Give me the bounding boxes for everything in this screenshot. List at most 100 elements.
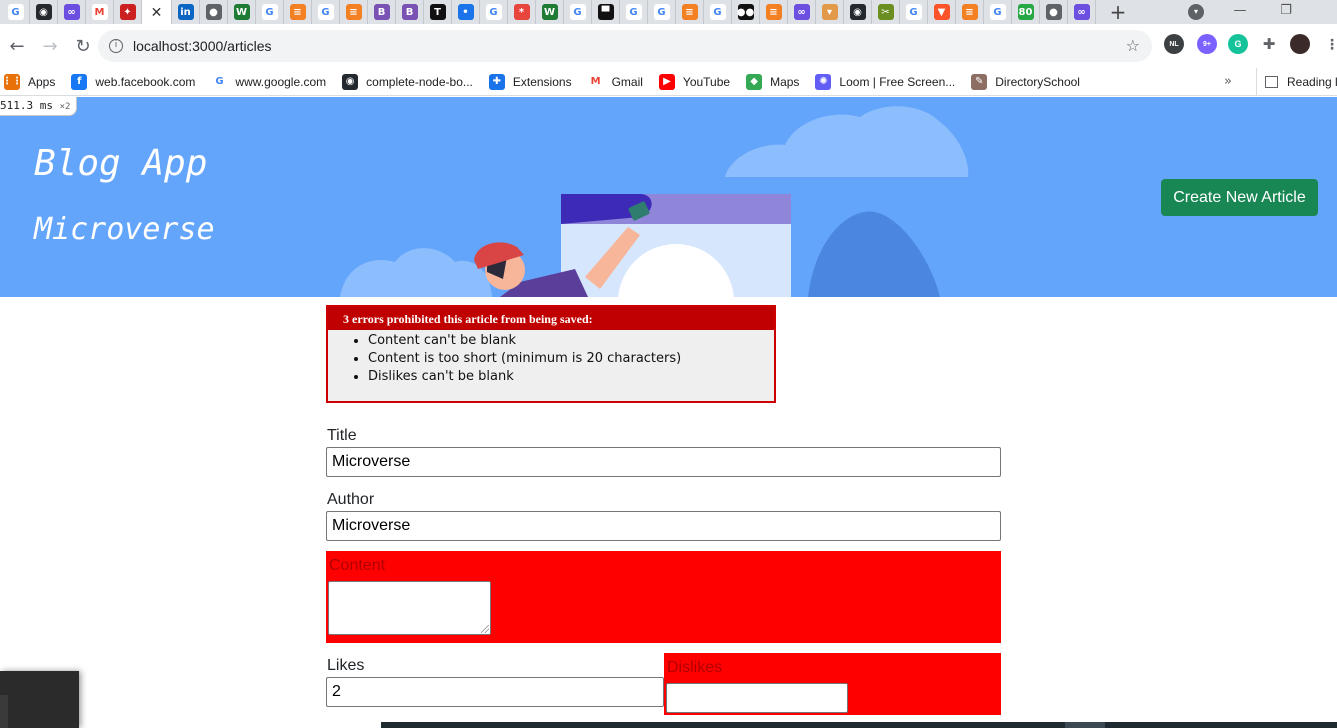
bookmarks-overflow-icon[interactable]: » [1224,74,1232,89]
bookmark-item[interactable]: ▶ YouTube [658,73,730,90]
title-input[interactable]: Microverse [326,447,1001,477]
browser-tab[interactable]: ∞ [1068,0,1096,24]
browser-tab[interactable]: G [900,0,928,24]
browser-tab[interactable]: in [172,0,200,24]
tab-strip: G ◉ ∞ M ✦ ✕ in ● W G ≡ G ≡ B B T • G * W G ▀ G G ≡ G ●● ≡ ∞ ▾ ◉ ✂ G ▼ ≡ G 80… [0,0,1337,24]
browser-tab[interactable]: G [984,0,1012,24]
maps-icon: ◆ [746,73,763,90]
bootstrap-icon: B [373,4,390,20]
browser-tab[interactable]: ▼ [928,0,956,24]
bookmark-item[interactable]: ✎ DirectorySchool [971,73,1080,90]
extensions-puzzle-icon[interactable]: ✚ [1259,34,1279,54]
browser-tab[interactable]: ◉ [30,0,58,24]
grid-extension-icon[interactable]: 9+ [1197,34,1217,54]
error-item: Content can't be blank [368,332,774,350]
browser-tab[interactable]: W [228,0,256,24]
browser-tab[interactable]: • [452,0,480,24]
browser-tab[interactable]: 80 [1012,0,1040,24]
error-item: Dislikes can't be blank [368,368,774,386]
browser-tab[interactable]: ▀ [592,0,620,24]
bookmark-item[interactable]: f web.facebook.com [71,73,195,90]
browser-tab[interactable]: G [620,0,648,24]
bookmark-item[interactable]: ◉ complete-node-bo... [342,73,473,90]
address-url[interactable]: localhost:3000/articles [133,38,272,54]
browser-tab[interactable]: G [564,0,592,24]
browser-tab[interactable]: T [424,0,452,24]
stack-icon: ≡ [289,4,306,20]
brave-icon: ▼ [933,4,950,20]
perf-value: 511.3 [0,99,34,112]
create-new-article-button[interactable]: Create New Article [1161,179,1318,216]
browser-tab[interactable]: G [256,0,284,24]
taskbar-segment [1065,722,1105,728]
resize-grip-icon[interactable] [481,625,489,633]
browser-tab[interactable]: G [312,0,340,24]
title-label: Title [327,427,357,444]
forward-arrow-icon[interactable]: → [34,30,66,62]
browser-tab[interactable]: ≡ [956,0,984,24]
active-tab[interactable]: ✕ [142,0,172,24]
browser-tab[interactable]: G [704,0,732,24]
reload-icon[interactable]: ↻ [67,30,99,62]
bookmark-item[interactable]: ✺ Loom | Free Screen... [815,73,956,90]
restore-button[interactable]: ❐ [1263,0,1309,24]
browser-tab[interactable]: ▾ [816,0,844,24]
profile-avatar[interactable] [1290,34,1310,54]
bookmark-item[interactable]: ✚ Extensions [488,73,572,90]
browser-tab[interactable]: ●● [732,0,760,24]
globe-icon: ● [205,4,222,20]
bookmark-label: Loom | Free Screen... [839,74,956,89]
google-icon: G [211,73,228,90]
browser-tab[interactable]: W [536,0,564,24]
browser-tab[interactable]: B [368,0,396,24]
site-info-icon[interactable]: i [109,39,123,53]
browser-tab[interactable]: ≡ [284,0,312,24]
browser-tab[interactable]: ✦ [114,0,142,24]
window-edge [0,695,8,728]
nyt-icon: T [429,4,446,20]
hero-illustration [340,106,969,297]
browser-tab[interactable]: ∞ [58,0,86,24]
menu-kebab-icon[interactable]: ⋮ [1322,34,1337,54]
bookmark-item[interactable]: ◆ Maps [746,73,799,90]
browser-tab[interactable]: ● [200,0,228,24]
browser-tab[interactable]: ✂ [872,0,900,24]
dislikes-input[interactable] [666,683,848,713]
likes-input[interactable]: 2 [326,677,664,707]
browser-tab[interactable]: ≡ [760,0,788,24]
browser-tab[interactable]: ≡ [676,0,704,24]
bookmark-item[interactable]: M Gmail [587,73,643,90]
browser-tab[interactable]: ● [1040,0,1068,24]
browser-tab[interactable]: * [508,0,536,24]
address-bar[interactable]: i localhost:3000/articles ☆ [98,30,1152,62]
reading-list-button[interactable]: Reading list [1256,68,1337,96]
content-textarea[interactable] [328,581,491,635]
likes-label: Likes [327,657,365,674]
browser-tab[interactable]: G [2,0,30,24]
app-icon: ✦ [119,4,136,20]
browser-tab[interactable]: ≡ [340,0,368,24]
browser-tab[interactable]: B [396,0,424,24]
browser-tab[interactable]: G [480,0,508,24]
tab-search-icon[interactable]: ▾ [1188,4,1204,20]
bookmark-item[interactable]: Gwww.google.com [211,73,326,90]
back-arrow-icon[interactable]: ← [1,30,33,62]
gmail-icon: M [587,73,604,90]
bookmark-label: DirectorySchool [995,74,1080,89]
bookmark-item[interactable]: ⋮⋮ Apps [2,73,55,90]
browser-tab[interactable]: ∞ [788,0,816,24]
grammarly-icon[interactable]: G [1228,34,1248,54]
meta-icon: ∞ [1073,4,1090,20]
browser-tab[interactable]: M [86,0,114,24]
translate-extension-icon[interactable]: NL [1164,34,1184,54]
browser-tab[interactable]: G [648,0,676,24]
w-icon: W [541,4,558,20]
badge-icon: ▾ [821,4,838,20]
github-icon: ◉ [35,4,52,20]
browser-tab[interactable]: ◉ [844,0,872,24]
close-tab-icon[interactable]: ✕ [151,4,163,21]
new-tab-button[interactable]: + [1103,0,1133,24]
author-input[interactable]: Microverse [326,511,1001,541]
minimize-button[interactable]: — [1217,0,1263,24]
bookmark-star-icon[interactable]: ☆ [1126,36,1140,55]
